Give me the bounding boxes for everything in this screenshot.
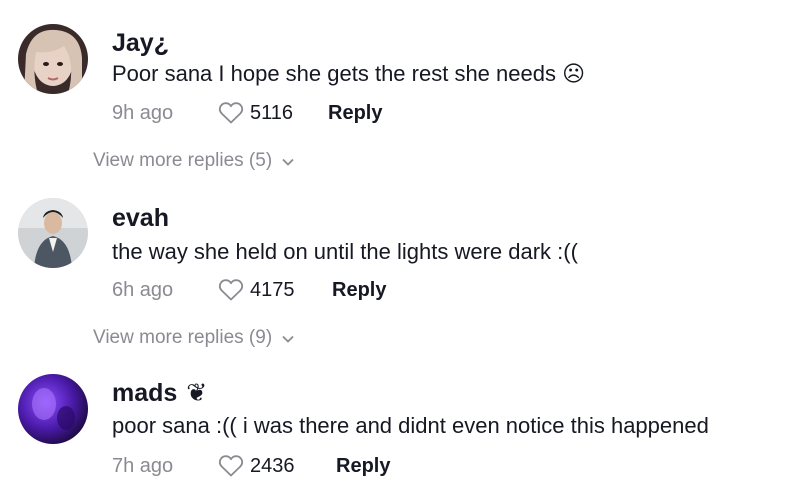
reply-button[interactable]: Reply bbox=[332, 279, 386, 302]
comment-meta: 9h ago 5116 Reply bbox=[112, 98, 382, 128]
comment-time: 6h ago bbox=[112, 278, 174, 301]
heart-outline-icon bbox=[218, 102, 244, 124]
view-more-replies-button[interactable]: View more replies (9) bbox=[93, 327, 294, 349]
heart-outline-icon bbox=[218, 455, 244, 477]
heart-outline-icon bbox=[218, 279, 244, 301]
avatar-photo-man bbox=[18, 198, 88, 268]
view-more-replies-button[interactable]: View more replies (5) bbox=[93, 150, 294, 172]
chevron-down-icon bbox=[282, 150, 294, 172]
view-more-label: View more replies (5) bbox=[93, 150, 273, 171]
reply-button[interactable]: Reply bbox=[336, 455, 390, 478]
reply-button[interactable]: Reply bbox=[328, 102, 382, 125]
comment-text: poor sana :(( i was there and didnt even… bbox=[112, 413, 709, 438]
chevron-down-icon bbox=[282, 327, 294, 349]
username-badge: ❦ bbox=[186, 379, 208, 407]
avatar-photo-girl bbox=[18, 24, 88, 94]
like-count: 5116 bbox=[250, 101, 294, 124]
comment-time: 7h ago bbox=[112, 454, 174, 477]
like-count: 4175 bbox=[250, 278, 295, 301]
comment-thread: Jay¿ Poor sana I hope she gets the rest … bbox=[0, 0, 800, 500]
avatar[interactable] bbox=[18, 374, 88, 444]
comment-meta: 6h ago 4175 Reply bbox=[112, 275, 386, 305]
comment-text: the way she held on until the lights wer… bbox=[112, 239, 578, 264]
avatar[interactable] bbox=[18, 198, 88, 268]
username[interactable]: mads ❦ bbox=[112, 378, 207, 408]
comment-meta: 7h ago 2436 Reply bbox=[112, 451, 390, 481]
view-more-label: View more replies (9) bbox=[93, 327, 273, 348]
comment-text: Poor sana I hope she gets the rest she n… bbox=[112, 61, 586, 86]
username-text: mads bbox=[112, 379, 178, 407]
username[interactable]: Jay¿ bbox=[112, 28, 171, 58]
avatar[interactable] bbox=[18, 24, 88, 94]
like-button[interactable]: 4175 bbox=[218, 278, 332, 302]
like-button[interactable]: 2436 bbox=[218, 454, 336, 478]
avatar-photo-purple bbox=[18, 374, 88, 444]
username[interactable]: evah bbox=[112, 203, 171, 233]
like-button[interactable]: 5116 bbox=[218, 101, 328, 125]
like-count: 2436 bbox=[250, 454, 295, 477]
comment-time: 9h ago bbox=[112, 101, 174, 124]
username-text: Jay¿ bbox=[112, 29, 169, 57]
username-text: evah bbox=[112, 204, 169, 232]
